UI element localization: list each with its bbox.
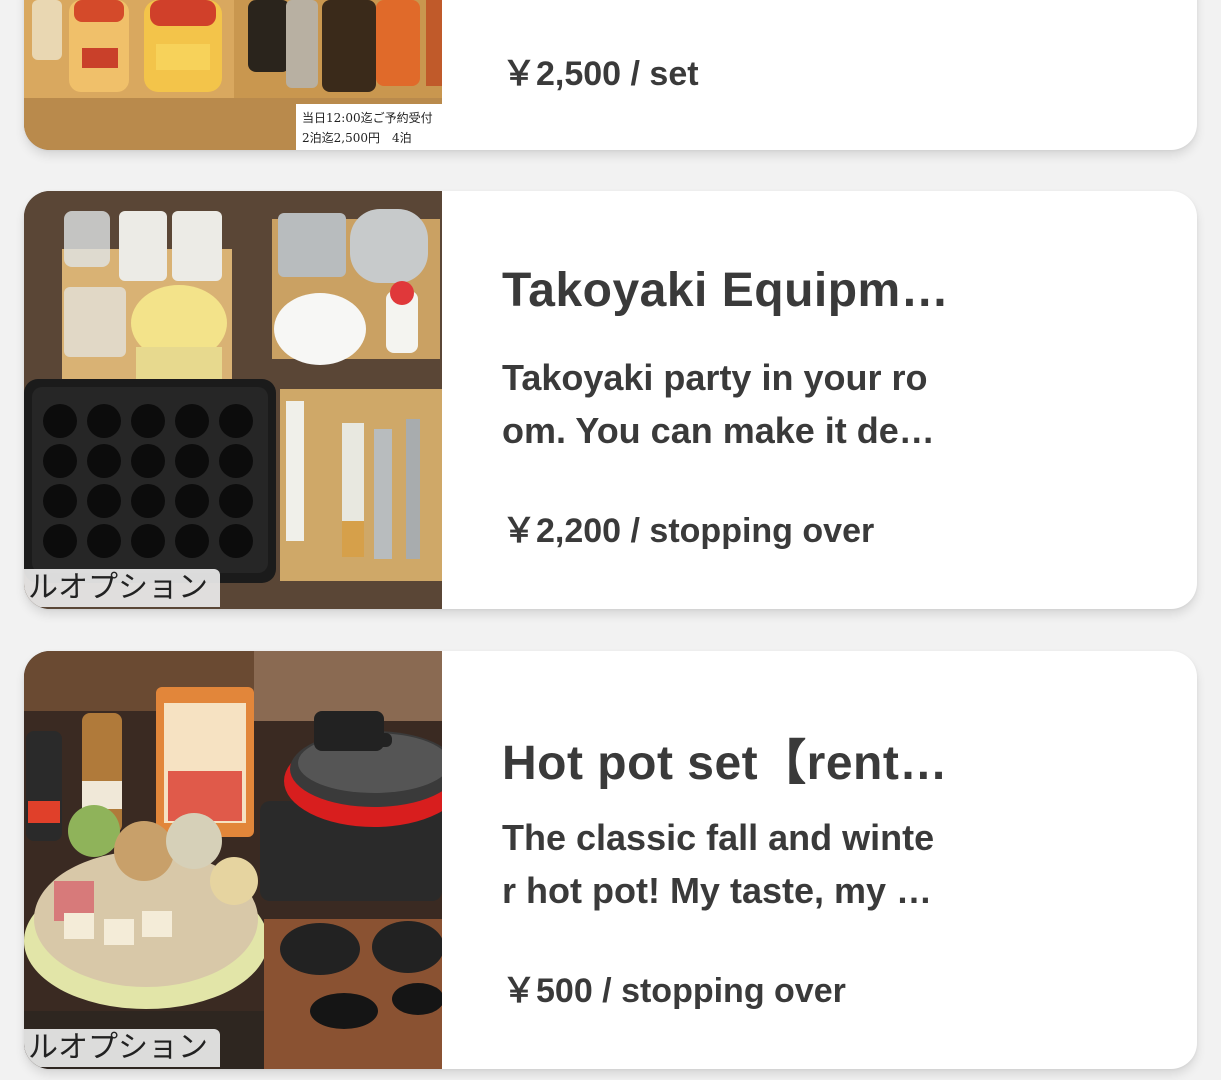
item-title: Hot pot set【rent… <box>502 737 948 790</box>
option-card-takoyaki[interactable]: ルオプション Takoyaki Equipm… Takoyaki party i… <box>24 191 1197 609</box>
price-label: ￥2,500 / set <box>502 55 699 93</box>
price-label: ￥500 / stopping over <box>502 972 846 1010</box>
item-description: The classic fall and winte r hot pot! My… <box>502 817 935 911</box>
option-card-seasoning[interactable]: 当日12:00迄ご予約受付 2泊迄2,500円 4泊 ￥2,500 / set <box>24 0 1197 150</box>
receipt-note: 当日12:00迄ご予約受付 2泊迄2,500円 4泊 <box>296 104 442 150</box>
item-title: Takoyaki Equipm… <box>502 264 950 317</box>
option-tag: ルオプション <box>24 1029 220 1067</box>
option-card-hot-pot[interactable]: ルオプション Hot pot set【rent… The classic fal… <box>24 651 1197 1069</box>
takoyaki-equipment-photo: ルオプション <box>24 191 442 609</box>
item-description: Takoyaki party in your ro om. You can ma… <box>502 357 935 451</box>
hot-pot-photo: ルオプション <box>24 651 442 1069</box>
seasoning-photo: 当日12:00迄ご予約受付 2泊迄2,500円 4泊 <box>24 0 442 150</box>
price-label: ￥2,200 / stopping over <box>502 512 875 550</box>
option-tag: ルオプション <box>24 569 220 607</box>
